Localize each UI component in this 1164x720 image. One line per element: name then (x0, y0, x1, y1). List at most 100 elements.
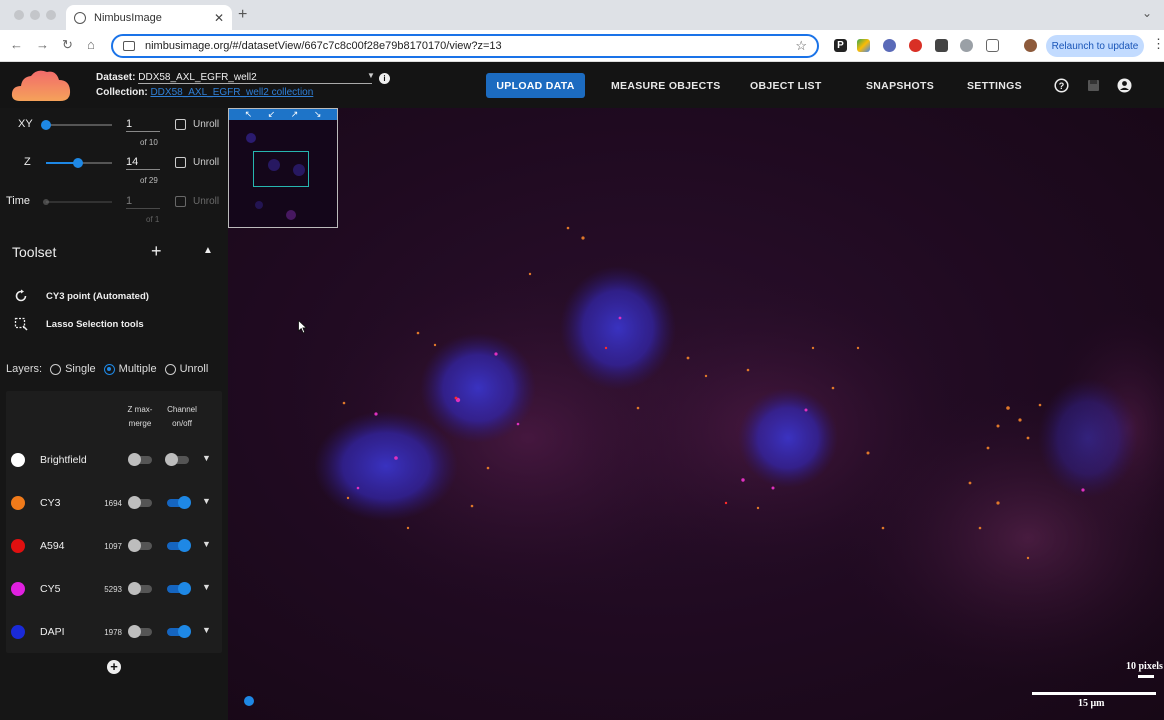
channel-row-dapi: DAPI 1978 ▼ (6, 617, 222, 647)
time-label: Time (6, 195, 31, 207)
browser-tab[interactable]: NimbusImage ✕ (66, 5, 232, 30)
upload-data-button[interactable]: UPLOAD DATA (486, 73, 585, 98)
chevron-down-icon[interactable]: ▼ (202, 539, 211, 549)
channel-row-brightfield: Brightfield ▼ (6, 445, 222, 475)
settings-button[interactable]: SETTINGS (967, 73, 1022, 98)
channel-row-cy3: CY3 1694 ▼ (6, 488, 222, 518)
snapshots-button[interactable]: SNAPSHOTS (866, 73, 934, 98)
arrow-down-right-icon[interactable]: ↘ (314, 109, 322, 120)
channel-visibility-toggle[interactable] (167, 582, 191, 595)
forward-icon[interactable]: → (36, 37, 49, 52)
time-value-input[interactable]: 1 (126, 195, 160, 209)
help-icon[interactable]: ? (1054, 78, 1069, 93)
tool-cy3-point[interactable]: CY3 point (Automated) (14, 289, 149, 303)
chevron-down-icon[interactable]: ▼ (202, 496, 211, 506)
tool-lasso-selection[interactable]: Lasso Selection tools (14, 317, 144, 331)
xy-slider-handle[interactable] (41, 120, 51, 130)
window-zoom-dot[interactable] (46, 10, 56, 20)
back-icon[interactable]: ← (10, 37, 23, 52)
chevron-down-icon[interactable]: ▼ (202, 582, 211, 592)
close-tab-icon[interactable]: ✕ (214, 11, 224, 25)
channel-contrast-value: 1694 (104, 499, 122, 508)
z-slider-handle[interactable] (73, 158, 83, 168)
browser-menu-icon[interactable]: ⋮ (1152, 36, 1164, 52)
channel-visibility-toggle[interactable] (167, 539, 191, 552)
window-minimize-dot[interactable] (30, 10, 40, 20)
scale-pixels-label: 10 pixels (1126, 661, 1163, 672)
layers-single-radio[interactable] (50, 363, 62, 375)
lasso-select-icon (14, 317, 28, 331)
channel-visibility-toggle[interactable] (165, 453, 189, 466)
site-info-icon[interactable] (123, 41, 135, 51)
url-text: nimbusimage.org/#/datasetView/667c7c8c00… (145, 40, 502, 52)
layers-unroll-radio[interactable] (164, 363, 176, 375)
chevron-down-icon[interactable]: ▼ (202, 625, 211, 635)
channel-visibility-toggle[interactable] (167, 625, 191, 638)
z-unroll-checkbox[interactable] (175, 157, 186, 168)
girder-logo-icon[interactable] (244, 696, 254, 706)
profile-avatar[interactable] (1024, 39, 1037, 52)
time-unroll-checkbox[interactable] (175, 196, 186, 207)
xy-unroll-checkbox[interactable] (175, 119, 186, 130)
zmax-merge-toggle[interactable] (128, 496, 152, 509)
home-icon[interactable]: ⌂ (87, 37, 95, 52)
measure-objects-button[interactable]: MEASURE OBJECTS (611, 73, 721, 98)
extension-badge-icon[interactable] (909, 39, 922, 52)
chevron-down-icon[interactable]: ▼ (202, 453, 211, 463)
add-tool-icon[interactable]: + (151, 241, 162, 262)
zmax-merge-toggle[interactable] (128, 539, 152, 552)
nimbus-cloud-logo[interactable] (10, 67, 72, 105)
xy-value-input[interactable]: 1 (126, 118, 160, 132)
channel-color-swatch[interactable] (11, 539, 25, 553)
channel-visibility-toggle[interactable] (167, 496, 191, 509)
z-value-input[interactable]: 14 (126, 156, 160, 170)
xy-slider-track[interactable] (46, 124, 112, 126)
arrow-up-left-icon[interactable]: ↖ (245, 109, 253, 120)
collection-link[interactable]: DDX58_AXL_EGFR_well2 collection (150, 87, 313, 98)
z-label: Z (24, 156, 31, 168)
channel-table: Z max-merge Channel on/off Brightfield ▼… (6, 391, 222, 653)
extension-p-icon[interactable]: P (834, 39, 847, 52)
new-tab-icon[interactable]: + (238, 6, 247, 24)
collapse-toolset-icon[interactable]: ▲ (203, 245, 213, 256)
relaunch-button[interactable]: Relaunch to update (1046, 35, 1144, 57)
image-viewer[interactable]: ↖ ↙ ↗ ↘ 10 pixels 15 μm (228, 108, 1164, 720)
channel-color-swatch[interactable] (11, 625, 25, 639)
reload-icon[interactable]: ↻ (62, 37, 73, 53)
account-icon[interactable] (1117, 78, 1132, 93)
dataset-select[interactable]: DDX58_AXL_EGFR_well2 (138, 72, 373, 84)
extension-sync-icon[interactable] (960, 39, 973, 52)
address-bar[interactable]: nimbusimage.org/#/datasetView/667c7c8c00… (111, 34, 819, 58)
arrow-up-right-icon[interactable]: ↗ (291, 109, 299, 120)
window-close-dot[interactable] (14, 10, 24, 20)
channel-color-swatch[interactable] (11, 496, 25, 510)
tab-search-chevron-icon[interactable]: ⌄ (1142, 6, 1152, 20)
extension-grid-icon[interactable] (935, 39, 948, 52)
dataset-info-icon[interactable]: i (379, 73, 390, 84)
add-channel-icon[interactable]: + (107, 660, 121, 674)
object-list-button[interactable]: OBJECT LIST (750, 73, 822, 98)
channel-name: A594 (40, 540, 65, 552)
arrow-down-left-icon[interactable]: ↙ (268, 109, 276, 120)
dataset-dropdown-caret-icon[interactable]: ▼ (367, 71, 375, 80)
bookmark-star-icon[interactable]: ☆ (795, 38, 807, 54)
time-slider-handle[interactable] (43, 199, 49, 205)
zmax-merge-toggle[interactable] (128, 625, 152, 638)
save-icon[interactable] (1086, 78, 1101, 93)
time-slider-track[interactable] (46, 201, 112, 203)
time-unroll-label: Unroll (193, 196, 220, 207)
collection-row: Collection: DDX58_AXL_EGFR_well2 collect… (96, 87, 313, 98)
channel-color-swatch[interactable] (11, 453, 25, 467)
channel-color-swatch[interactable] (11, 582, 25, 596)
minimap[interactable]: ↖ ↙ ↗ ↘ (228, 108, 338, 228)
zmax-merge-toggle[interactable] (128, 582, 152, 595)
extension-circle-icon[interactable] (883, 39, 896, 52)
extensions-puzzle-icon[interactable] (986, 39, 999, 52)
layers-multiple-radio[interactable] (103, 363, 115, 375)
zmax-merge-toggle[interactable] (128, 453, 152, 466)
layers-label: Layers: (6, 363, 43, 375)
channel-contrast-value: 5293 (104, 585, 122, 594)
tab-title: NimbusImage (94, 11, 162, 24)
drive-icon[interactable] (857, 39, 870, 52)
minimap-viewport-rect[interactable] (253, 151, 309, 187)
